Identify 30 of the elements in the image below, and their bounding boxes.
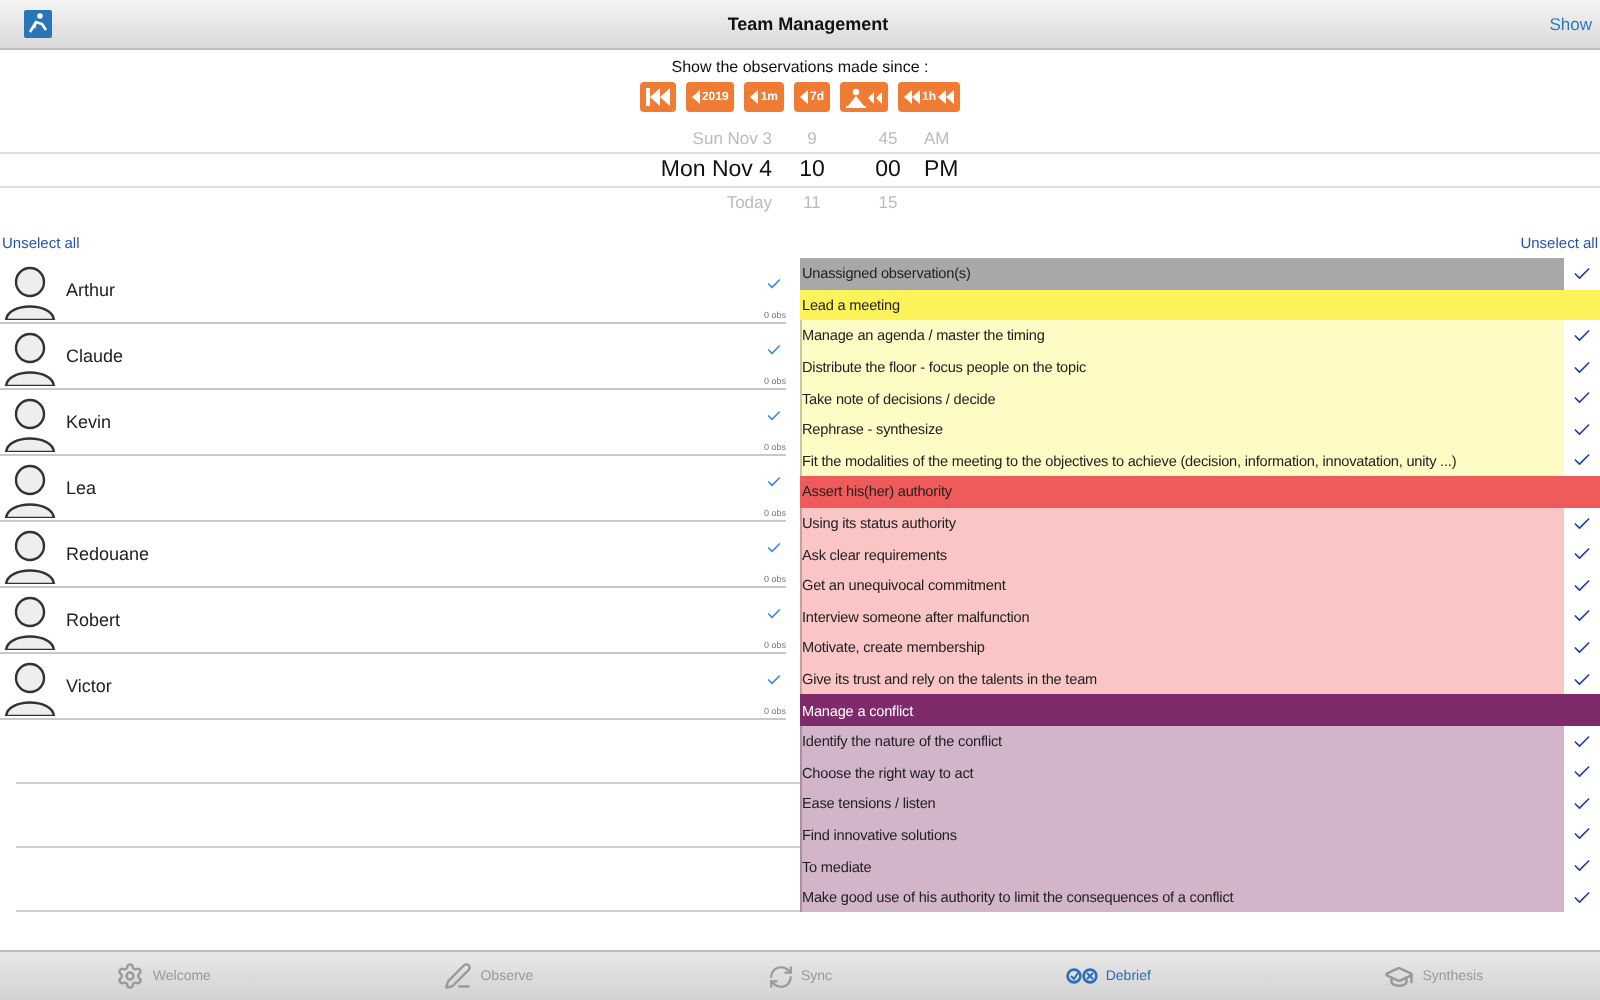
member-name: Redouane — [66, 544, 152, 564]
person-rewind-icon — [846, 87, 883, 107]
picker-value[interactable]: Mon Nov 4 — [616, 158, 772, 182]
date-picker[interactable]: Sun Nov 3 9 45 AM Mon Nov 4 10 00 PM Today 11 15 — [0, 124, 1600, 216]
member-name: Lea — [66, 478, 99, 498]
member-name: Kevin — [66, 412, 114, 432]
logo-icon[interactable] — [24, 10, 52, 38]
pen-icon — [444, 962, 473, 990]
member-name: Arthur — [66, 280, 118, 300]
left-triangle-icon — [750, 90, 759, 104]
settings-icon — [116, 962, 145, 990]
member-name: Victor — [66, 676, 114, 696]
graduation-cap-icon — [1384, 961, 1415, 991]
skip-back-icon — [645, 88, 670, 106]
filter-caption: Show the observations made since : — [671, 58, 929, 76]
time-filter-button[interactable] — [840, 82, 889, 112]
window-title: Team Management — [727, 14, 889, 34]
member-name: Robert — [66, 610, 123, 630]
left-triangle-icon — [691, 90, 700, 104]
rewind-icon — [904, 90, 921, 104]
rewind-icon — [938, 90, 955, 104]
time-filter-button[interactable] — [639, 82, 676, 112]
picker-value[interactable]: 00 — [852, 158, 924, 182]
picker-value[interactable]: 10 — [772, 158, 852, 182]
double-circle-icon — [1065, 968, 1098, 984]
show-link[interactable]: Show — [1549, 14, 1592, 34]
sync-icon — [767, 963, 793, 989]
picker-value[interactable]: PM — [924, 158, 984, 182]
left-triangle-icon — [800, 90, 808, 104]
member-name: Claude — [66, 346, 126, 366]
